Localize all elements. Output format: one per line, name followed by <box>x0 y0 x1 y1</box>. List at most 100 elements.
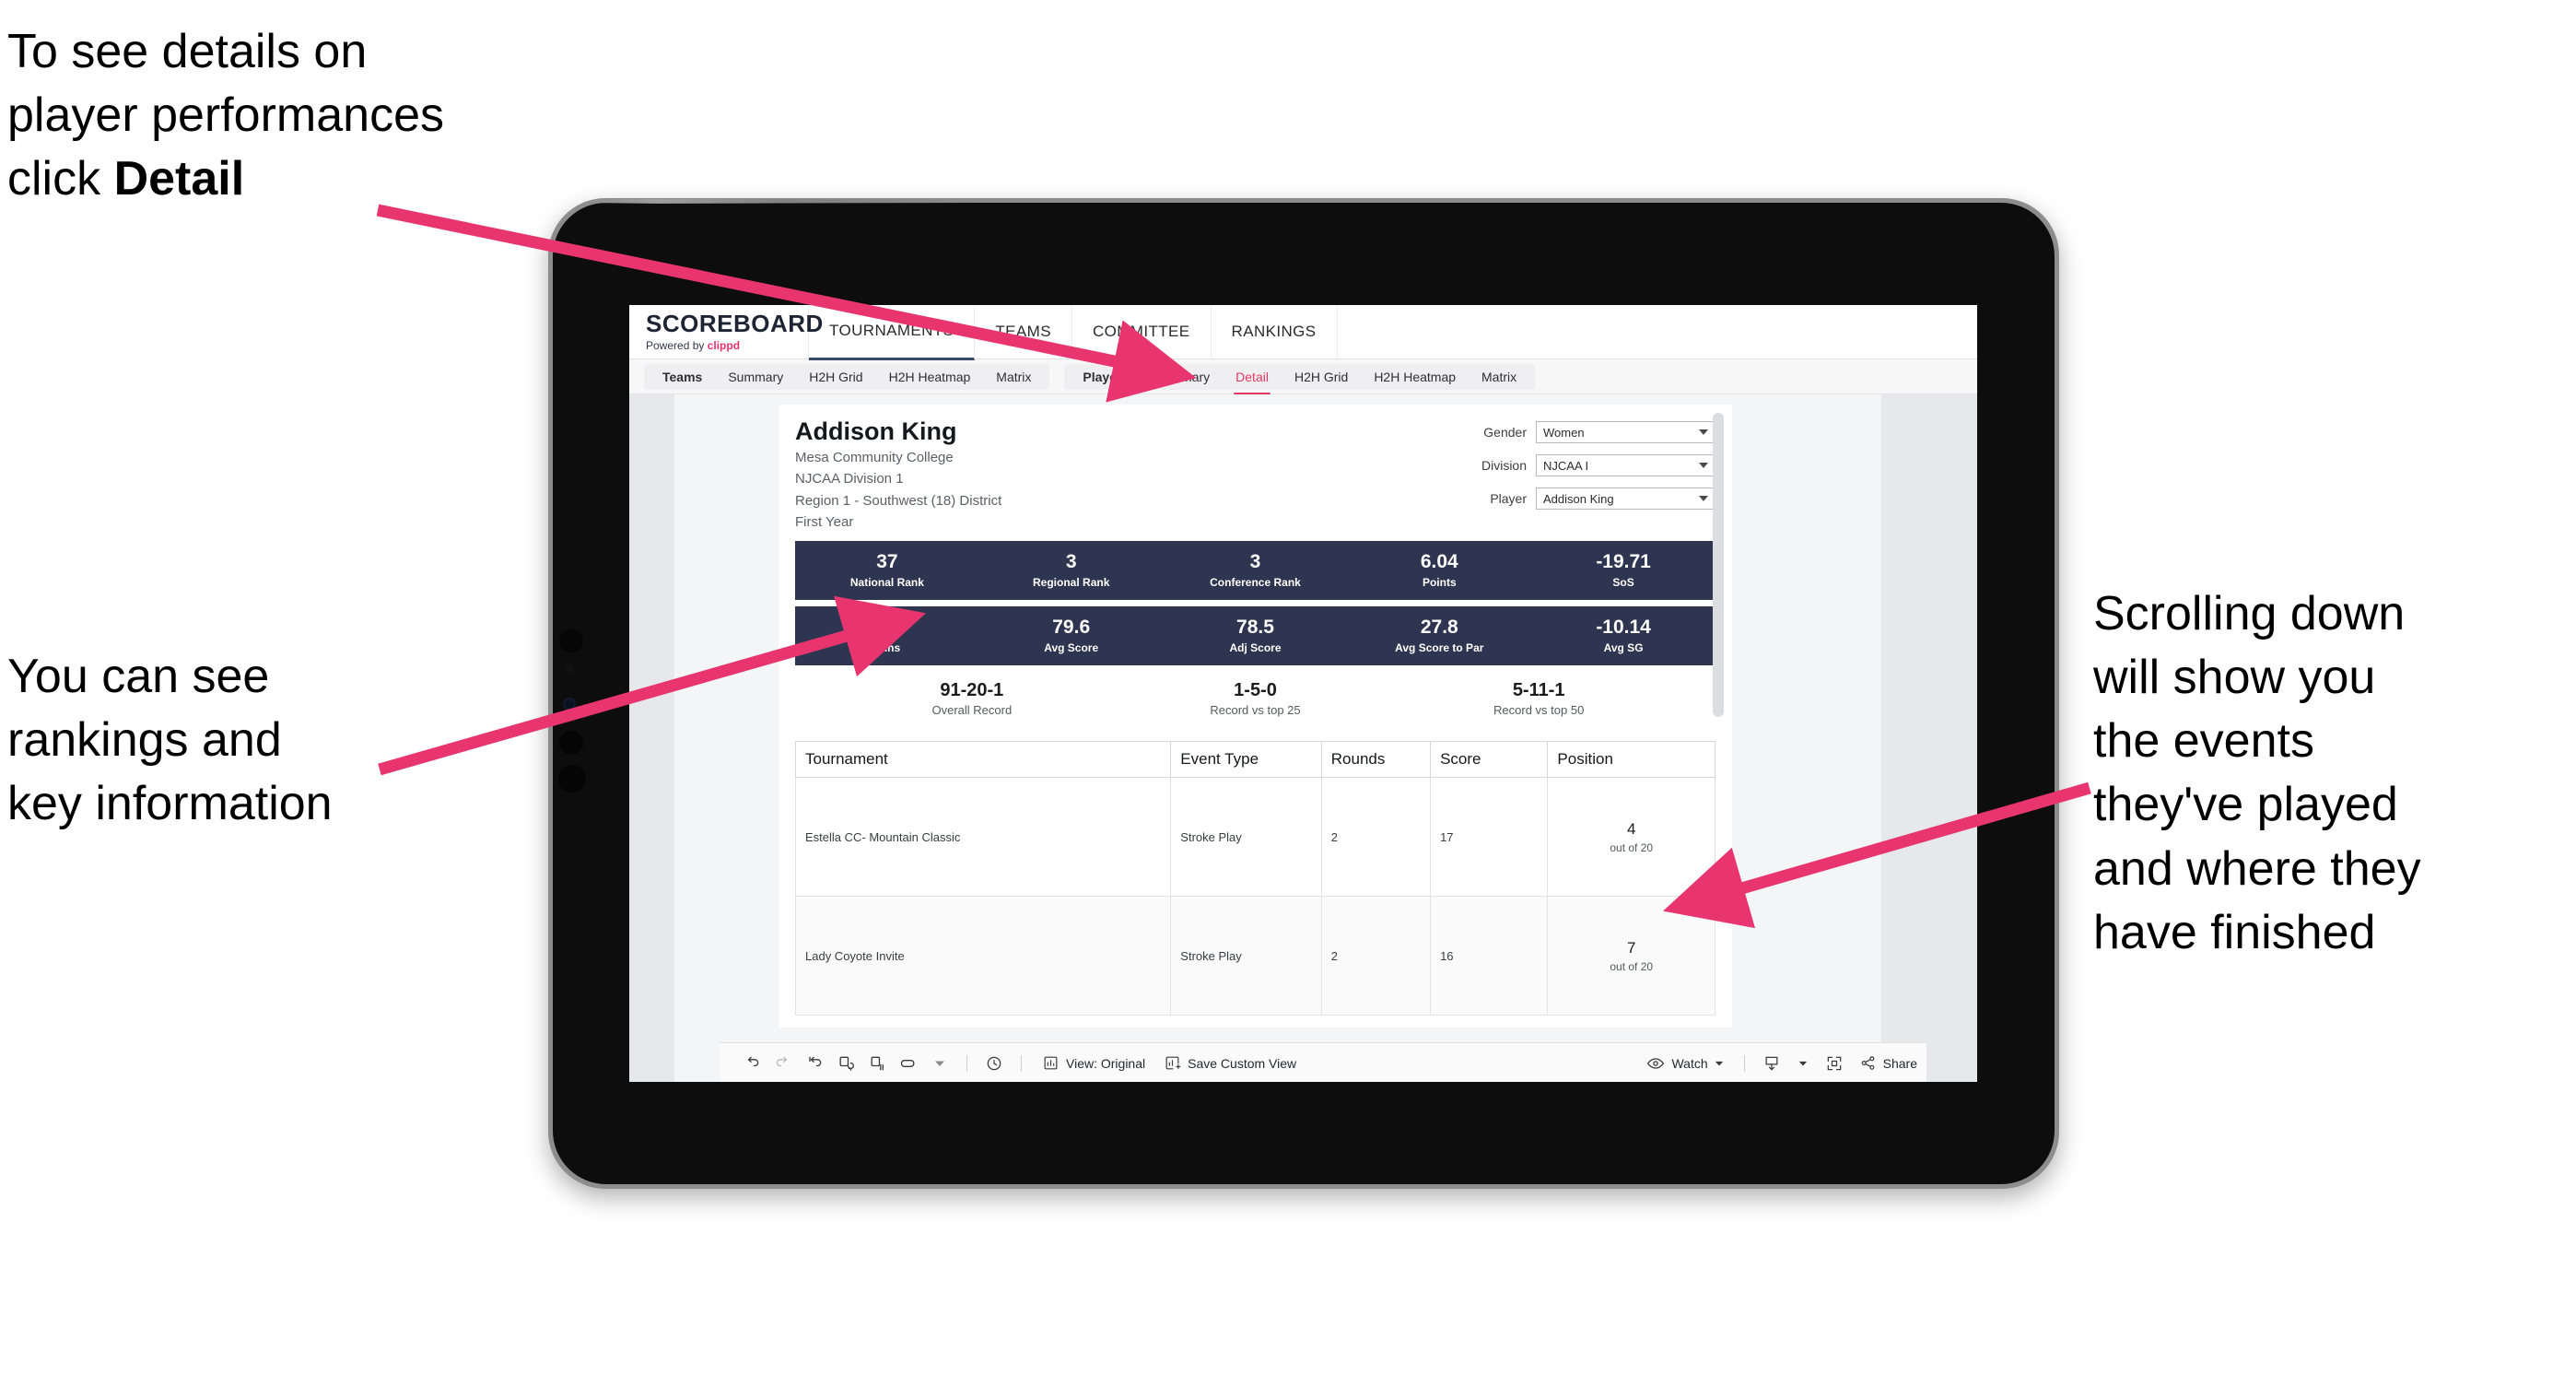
pause-auto-update-icon[interactable] <box>861 1048 893 1079</box>
filter-gender-select[interactable]: Women <box>1536 421 1715 443</box>
primary-nav: TOURNAMENTS TEAMS COMMITTEE RANKINGS <box>809 305 1338 360</box>
col-event-type[interactable]: Event Type <box>1170 741 1322 779</box>
cell-tournament: Lady Coyote Invite <box>794 896 1172 1016</box>
cell-score: 16 <box>1430 896 1549 1016</box>
tab-teams-h2h-grid[interactable]: H2H Grid <box>796 364 875 390</box>
filter-gender-value: Women <box>1543 425 1585 440</box>
player-division: NJCAA Division 1 <box>795 471 904 487</box>
cell-event-type: Stroke Play <box>1170 896 1322 1016</box>
toolbar-divider <box>1743 1054 1745 1072</box>
tab-teams[interactable]: Teams <box>650 364 715 390</box>
stat-regional-rank: 3 Regional Rank <box>979 541 1164 600</box>
stat-band-rankings: 37 National Rank 3 Regional Rank 3 Confe… <box>795 541 1715 601</box>
events-table-body: Estella CC- Mountain Classic Stroke Play… <box>794 777 1715 1016</box>
vertical-scrollbar[interactable] <box>1713 413 1724 717</box>
watch-button[interactable]: Watch <box>1637 1054 1732 1073</box>
player-school: Mesa Community College <box>795 450 954 466</box>
nav-item-committee[interactable]: COMMITTEE <box>1072 305 1212 358</box>
table-header-row: Tournament Event Type Rounds Score Posit… <box>794 741 1715 779</box>
tab-teams-matrix[interactable]: Matrix <box>983 364 1044 390</box>
tabgroup-teams: Teams Summary H2H Grid H2H Heatmap Matri… <box>644 363 1050 390</box>
brand-logo[interactable]: SCOREBOARD Powered by clippd <box>629 305 824 358</box>
col-position[interactable]: Position <box>1547 741 1715 779</box>
brand-title: SCOREBOARD <box>646 310 824 337</box>
filter-division-select[interactable]: NJCAA I <box>1536 454 1715 476</box>
share-label: Share <box>1882 1055 1917 1071</box>
stat-value: 3 <box>1065 551 1077 573</box>
viz-toolbar: View: Original Save Custom View Watch Sh… <box>720 1042 1926 1082</box>
undo-icon[interactable] <box>736 1048 767 1079</box>
revert-icon[interactable] <box>799 1048 830 1079</box>
tab-players-matrix[interactable]: Matrix <box>1469 364 1529 390</box>
redo-icon[interactable] <box>767 1048 799 1079</box>
bezel-dot-lower <box>558 765 586 793</box>
view-original-button[interactable]: View: Original <box>1033 1054 1154 1072</box>
record-value: 5-11-1 <box>1512 680 1565 701</box>
save-custom-view-button[interactable]: Save Custom View <box>1154 1054 1306 1072</box>
player-header: Addison King Mesa Community College NJCA… <box>795 417 1715 532</box>
tab-players-summary[interactable]: Summary <box>1142 364 1223 390</box>
secondary-tabbar: Teams Summary H2H Grid H2H Heatmap Matri… <box>629 359 1977 395</box>
tablet-screen: SCOREBOARD Powered by clippd TOURNAMENTS… <box>629 305 1977 1082</box>
dashboard-sheet: Addison King Mesa Community College NJCA… <box>674 394 1926 1082</box>
stat-label: Wins <box>873 641 901 655</box>
tab-players-detail[interactable]: Detail <box>1223 364 1282 395</box>
clock-history-icon[interactable] <box>978 1048 1010 1079</box>
record-value: 91-20-1 <box>940 680 1004 701</box>
refresh-data-icon[interactable] <box>830 1048 861 1079</box>
nav-item-tournaments[interactable]: TOURNAMENTS <box>809 305 976 360</box>
filter-player: Player Addison King <box>1453 487 1715 510</box>
filter-player-select[interactable]: Addison King <box>1536 487 1715 510</box>
chevron-down-icon[interactable] <box>924 1048 955 1079</box>
stat-value: 0 <box>882 617 893 639</box>
cell-position: 7 out of 20 <box>1547 896 1715 1016</box>
filter-panel: Gender Women Division NJCAA I Player Add… <box>1453 417 1715 521</box>
stat-value: -19.71 <box>1596 551 1651 573</box>
bezel-dot-upper <box>559 731 583 755</box>
tab-teams-summary[interactable]: Summary <box>715 364 796 390</box>
stat-avg-score-to-par: 27.8 Avg Score to Par <box>1347 606 1531 665</box>
chevron-down-icon[interactable] <box>1787 1048 1819 1079</box>
ambient-sensor-icon <box>563 698 576 711</box>
stat-wins: 0 Wins <box>795 606 979 665</box>
chevron-down-icon <box>1699 463 1708 468</box>
record-vs-top-50: 5-11-1 Record vs top 50 <box>1397 680 1680 717</box>
stat-value: 27.8 <box>1420 617 1458 639</box>
record-overall: 91-20-1 Overall Record <box>830 680 1114 717</box>
filter-gender-label: Gender <box>1483 425 1527 440</box>
col-rounds[interactable]: Rounds <box>1320 741 1432 779</box>
tab-players-h2h-heatmap[interactable]: H2H Heatmap <box>1361 364 1469 390</box>
table-row[interactable]: Lady Coyote Invite Stroke Play 2 16 7 ou… <box>794 896 1715 1016</box>
cell-event-type: Stroke Play <box>1170 777 1322 898</box>
stat-adj-score: 78.5 Adj Score <box>1164 606 1348 665</box>
col-score[interactable]: Score <box>1430 741 1549 779</box>
col-tournament[interactable]: Tournament <box>794 741 1172 779</box>
tablet-top-edge-highlight <box>590 199 977 204</box>
table-row[interactable]: Estella CC- Mountain Classic Stroke Play… <box>794 777 1715 898</box>
camera-icon <box>559 628 583 652</box>
position-subtext: out of 20 <box>1610 959 1654 973</box>
tab-players[interactable]: Players <box>1070 364 1142 390</box>
filter-division-label: Division <box>1481 458 1527 473</box>
highlight-pill-icon[interactable] <box>893 1048 924 1079</box>
brand-powered-by: Powered by <box>646 339 708 352</box>
stat-label: Points <box>1422 576 1457 590</box>
events-table: Tournament Event Type Rounds Score Posit… <box>794 741 1715 1016</box>
callout-scrolling: Scrolling down will show you the events … <box>2093 587 2421 959</box>
tab-players-h2h-grid[interactable]: H2H Grid <box>1282 364 1361 390</box>
stat-label: Avg Score <box>1044 641 1099 655</box>
record-label: Record vs top 50 <box>1493 703 1585 718</box>
share-button[interactable]: Share <box>1850 1054 1926 1072</box>
brand-subtitle: Powered by clippd <box>646 339 808 352</box>
fullscreen-icon[interactable] <box>1819 1048 1850 1079</box>
filter-division-value: NJCAA I <box>1543 458 1589 473</box>
download-icon[interactable] <box>1756 1048 1787 1079</box>
position-value: 7 <box>1626 939 1636 957</box>
nav-item-teams[interactable]: TEAMS <box>975 305 1072 358</box>
stat-label: SoS <box>1612 576 1634 590</box>
nav-item-rankings[interactable]: RANKINGS <box>1212 305 1338 358</box>
record-label: Record vs top 25 <box>1210 703 1301 718</box>
stat-label: Avg Score to Par <box>1395 641 1484 655</box>
stat-label: Conference Rank <box>1210 576 1301 590</box>
tab-teams-h2h-heatmap[interactable]: H2H Heatmap <box>876 364 984 390</box>
